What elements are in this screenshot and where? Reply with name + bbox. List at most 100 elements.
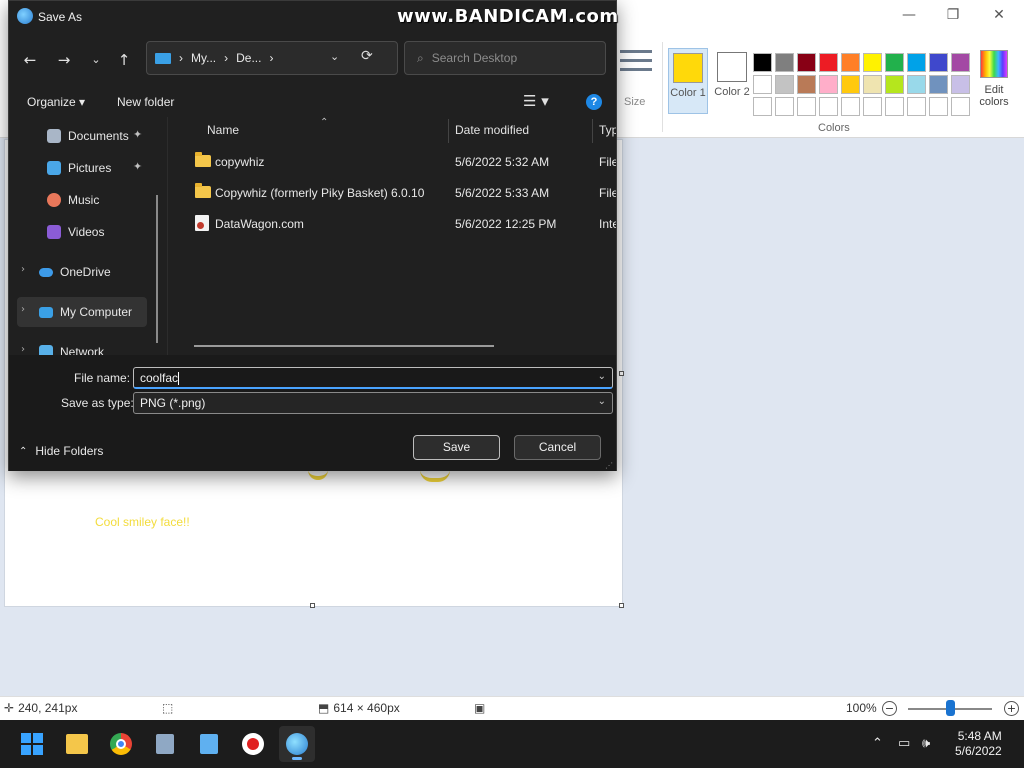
palette-color-swatch[interactable] — [885, 53, 904, 72]
show-hidden-icons-chevron-icon[interactable]: ⌃ — [872, 736, 883, 751]
palette-color-swatch[interactable] — [951, 53, 970, 72]
close-button[interactable]: ✕ — [976, 0, 1022, 30]
palette-color-swatch[interactable] — [907, 75, 926, 94]
selection-icon: ⬚ — [162, 701, 174, 715]
palette-color-swatch[interactable] — [797, 75, 816, 94]
sidebar-item-onedrive[interactable]: OneDrive — [39, 257, 167, 287]
sidebar-item-music[interactable]: Music — [47, 185, 167, 215]
palette-color-swatch[interactable] — [753, 75, 772, 94]
windows-logo-icon — [21, 733, 43, 755]
file-name: DataWagon.com — [215, 217, 304, 231]
network-status-icon[interactable]: ▭ — [898, 736, 910, 751]
palette-color-swatch[interactable] — [951, 97, 970, 116]
pane-divider[interactable] — [167, 117, 168, 355]
expand-chevron-icon[interactable]: › — [21, 264, 25, 275]
zoom-in-button[interactable]: + — [1004, 701, 1019, 716]
palette-color-swatch[interactable] — [907, 97, 926, 116]
palette-color-swatch[interactable] — [929, 97, 948, 116]
address-dropdown-chevron-icon[interactable]: ⌄ — [330, 50, 339, 63]
palette-color-swatch[interactable] — [753, 97, 772, 116]
breadcrumb-my-computer[interactable]: My... — [191, 51, 216, 65]
up-arrow-icon[interactable]: ↑ — [113, 49, 135, 71]
palette-color-swatch[interactable] — [841, 53, 860, 72]
palette-color-swatch[interactable] — [863, 97, 882, 116]
resize-handle-corner[interactable] — [619, 603, 624, 608]
view-options-icon[interactable]: ☰ ▾ — [523, 92, 549, 110]
column-separator[interactable] — [448, 119, 449, 143]
palette-color-swatch[interactable] — [819, 53, 838, 72]
start-button[interactable] — [14, 726, 50, 762]
minimize-button[interactable]: — — [886, 0, 932, 30]
new-folder-button[interactable]: New folder — [117, 95, 174, 109]
palette-color-swatch[interactable] — [753, 53, 772, 72]
nav-pane-scrollbar[interactable] — [156, 195, 158, 343]
palette-color-swatch[interactable] — [885, 75, 904, 94]
palette-color-swatch[interactable] — [819, 75, 838, 94]
cancel-button[interactable]: Cancel — [514, 435, 601, 460]
resize-handle-right[interactable] — [619, 371, 624, 376]
expand-chevron-icon[interactable]: › — [21, 304, 25, 315]
palette-color-swatch[interactable] — [797, 97, 816, 116]
color2-button[interactable]: Color 2 — [712, 48, 752, 114]
sidebar-item-documents[interactable]: Documents — [47, 121, 167, 151]
file-list-horizontal-scrollbar[interactable] — [194, 345, 494, 347]
edit-colors-button[interactable]: Edit colors — [974, 50, 1014, 108]
zoom-slider-thumb[interactable] — [946, 700, 955, 716]
taskbar-copy-tool[interactable] — [147, 726, 183, 762]
palette-color-swatch[interactable] — [951, 75, 970, 94]
palette-color-swatch[interactable] — [863, 53, 882, 72]
file-row[interactable]: Copywhiz (formerly Piky Basket) 6.0.10 5… — [174, 178, 616, 208]
palette-color-swatch[interactable] — [885, 97, 904, 116]
palette-color-swatch[interactable] — [819, 97, 838, 116]
palette-color-swatch[interactable] — [929, 75, 948, 94]
taskbar-bandicam[interactable] — [235, 726, 271, 762]
palette-color-swatch[interactable] — [775, 53, 794, 72]
taskbar-notepad[interactable] — [191, 726, 227, 762]
taskbar-chrome[interactable] — [103, 726, 139, 762]
column-header-name[interactable]: Name — [207, 123, 239, 137]
sidebar-item-network[interactable]: Network — [39, 337, 167, 355]
save-as-type-select[interactable]: PNG (*.png) ⌄ — [133, 392, 613, 414]
refresh-icon[interactable]: ⟳ — [361, 48, 373, 64]
palette-color-swatch[interactable] — [929, 53, 948, 72]
chevron-down-icon[interactable]: ⌄ — [598, 371, 606, 382]
help-icon[interactable]: ? — [586, 94, 602, 110]
sidebar-item-videos[interactable]: Videos — [47, 217, 167, 247]
palette-color-swatch[interactable] — [775, 75, 794, 94]
search-box[interactable]: ⌕ Search Desktop — [404, 41, 606, 75]
file-name-input[interactable]: coolfac ⌄ — [133, 367, 613, 389]
size-tool[interactable]: Size — [616, 44, 656, 108]
back-arrow-icon[interactable]: ← — [19, 49, 41, 71]
column-header-date-modified[interactable]: Date modified — [455, 123, 529, 137]
palette-color-swatch[interactable] — [863, 75, 882, 94]
palette-color-swatch[interactable] — [907, 53, 926, 72]
palette-color-swatch[interactable] — [841, 97, 860, 116]
resize-grip-icon[interactable]: ⋰ — [605, 461, 613, 470]
zoom-out-button[interactable]: − — [882, 701, 897, 716]
column-separator[interactable] — [592, 119, 593, 143]
taskbar-file-explorer[interactable] — [59, 726, 95, 762]
organize-button[interactable]: Organize ▾ — [27, 95, 85, 109]
address-bar[interactable]: › My... › De... › ⌄ ⟳ — [146, 41, 398, 75]
save-button[interactable]: Save — [413, 435, 500, 460]
forward-arrow-icon[interactable]: → — [53, 49, 75, 71]
column-header-type[interactable]: Type — [599, 123, 616, 137]
palette-color-swatch[interactable] — [841, 75, 860, 94]
breadcrumb-desktop[interactable]: De... — [236, 51, 261, 65]
recent-locations-chevron-icon[interactable]: ⌄ — [85, 49, 107, 71]
file-row[interactable]: copywhiz 5/6/2022 5:32 AM File fo — [174, 147, 616, 177]
taskbar-paint[interactable] — [279, 726, 315, 762]
file-row[interactable]: DataWagon.com 5/6/2022 12:25 PM Intern — [174, 209, 616, 239]
volume-icon[interactable]: 🕪 — [922, 736, 930, 751]
color1-button[interactable]: Color 1 — [668, 48, 708, 114]
hide-folders-button[interactable]: ⌃ Hide Folders — [19, 444, 103, 458]
sidebar-item-my-computer[interactable]: My Computer — [39, 297, 167, 327]
palette-color-swatch[interactable] — [797, 53, 816, 72]
maximize-button[interactable]: ❐ — [930, 0, 976, 30]
folder-icon — [195, 152, 211, 167]
palette-color-swatch[interactable] — [775, 97, 794, 116]
sidebar-item-pictures[interactable]: Pictures — [47, 153, 167, 183]
clock[interactable]: 5:48 AM 5/6/2022 — [955, 729, 1002, 759]
resize-handle-bottom[interactable] — [310, 603, 315, 608]
expand-chevron-icon[interactable]: › — [21, 344, 25, 355]
